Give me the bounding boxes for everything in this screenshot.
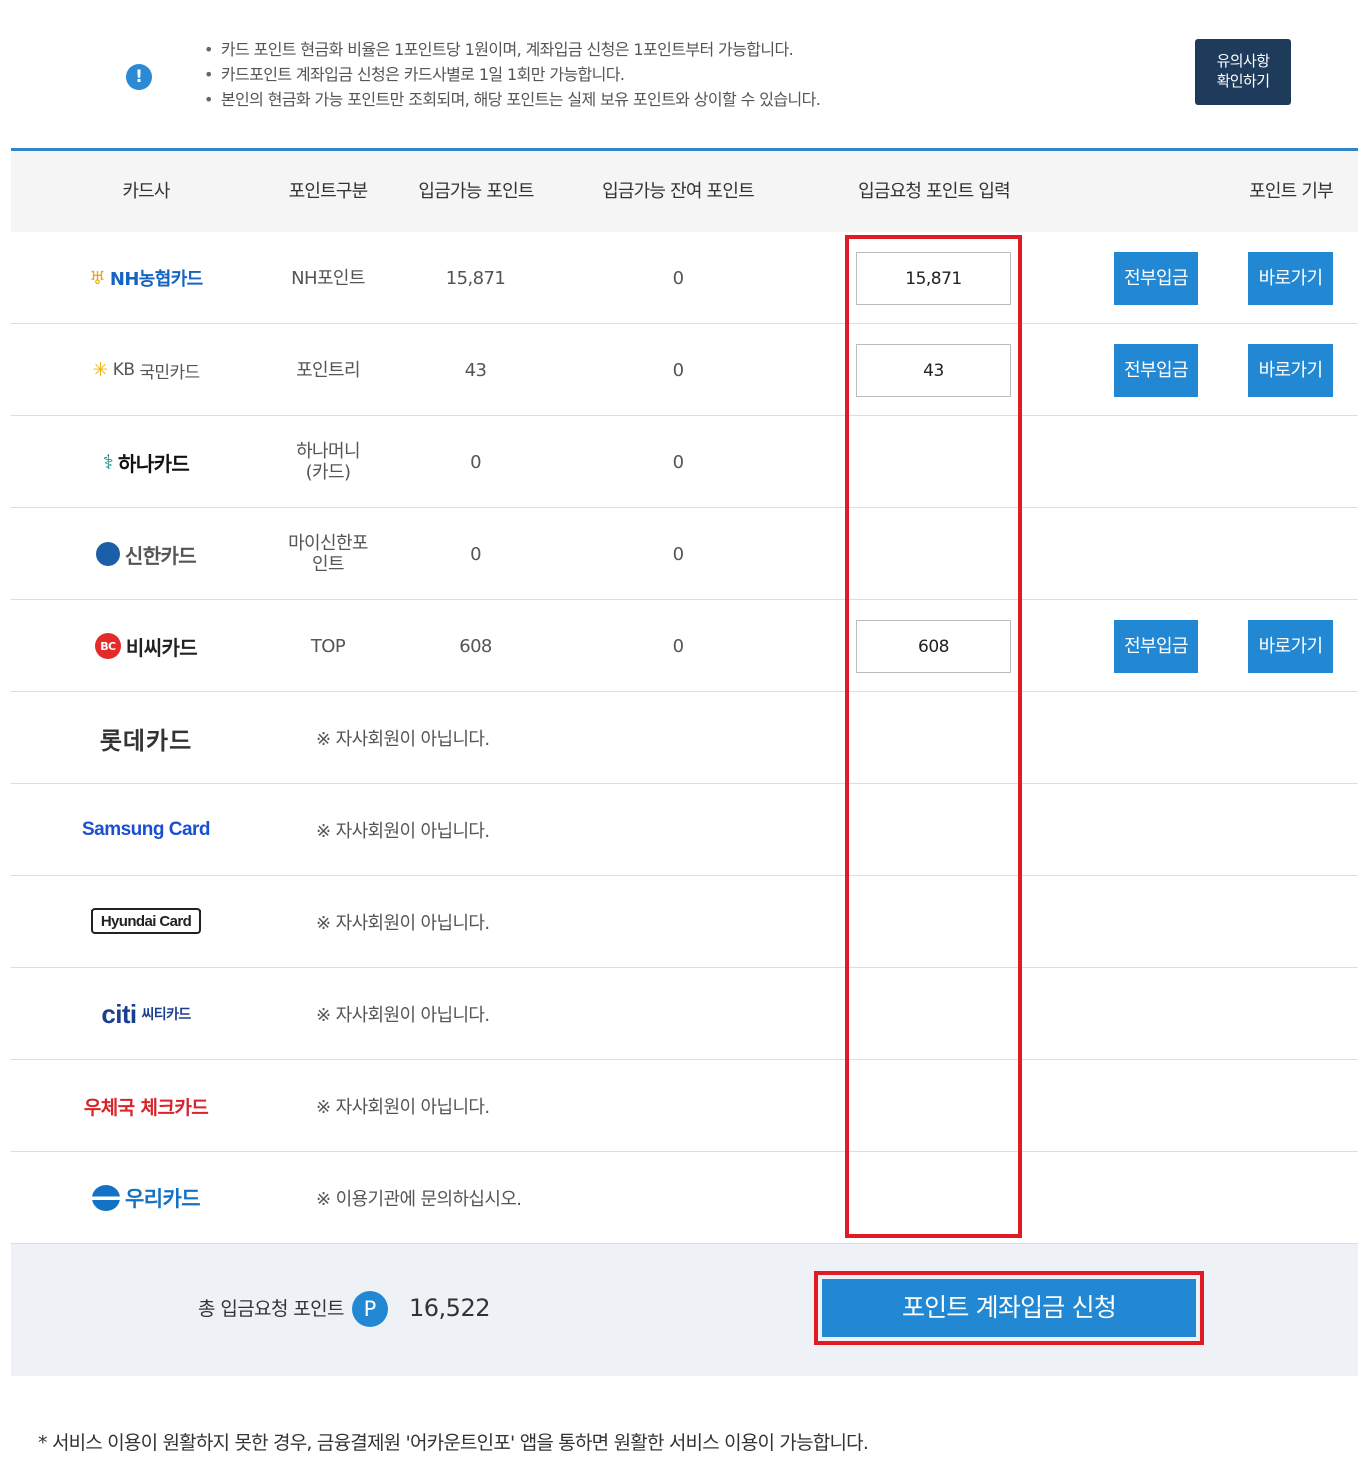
- card-name: 우리카드: [125, 1187, 200, 1211]
- notice-item: 카드 포인트 현금화 비율은 1포인트당 1원이며, 계좌입금 신청은 1포인트…: [204, 37, 820, 62]
- row-message: ※ 자사회원이 아닙니다.: [316, 1097, 490, 1118]
- request-points-input[interactable]: [856, 252, 1011, 305]
- header-card: 카드사: [122, 181, 170, 202]
- header-donate: 포인트 기부: [1249, 181, 1334, 202]
- header-type: 포인트구분: [288, 181, 369, 202]
- total-request-value: 16,522: [409, 1294, 490, 1322]
- card-name: Hyundai Card: [90, 908, 202, 934]
- kb-star-icon: ✳: [92, 359, 108, 381]
- notice-item: 본인의 현금화 가능 포인트만 조회되며, 해당 포인트는 실제 보유 포인트와…: [204, 87, 821, 112]
- table-row: 신한카드 마이신한포 인트 0 0: [11, 508, 1358, 600]
- request-points-input[interactable]: [856, 620, 1011, 673]
- submit-deposit-button[interactable]: 포인트 계좌입금 신청: [822, 1279, 1196, 1337]
- info-icon: !: [126, 64, 152, 90]
- table-row: Samsung Card ※ 자사회원이 아닙니다.: [11, 784, 1358, 876]
- remaining-points: 0: [672, 635, 684, 657]
- card-name: 하나카드: [118, 451, 190, 476]
- row-message: ※ 이용기관에 문의하십시오.: [316, 1189, 522, 1210]
- table-row: ✳ KB 국민카드 포인트리 43 0 전부입금 바로가기: [11, 324, 1358, 416]
- point-type: NH포인트: [291, 267, 365, 289]
- card-name: NH농협카드: [109, 269, 203, 290]
- point-type: TOP: [310, 635, 346, 657]
- card-name: 비씨카드: [125, 635, 198, 660]
- card-name: 국민카드: [139, 362, 200, 383]
- card-points-table: 카드사 포인트구분 입금가능 포인트 입금가능 잔여 포인트 입금요청 포인트 …: [11, 148, 1358, 1244]
- point-type-line: 하나머니: [296, 441, 360, 462]
- check-notice-button-line2: 확인하기: [1216, 72, 1270, 90]
- remaining-points: 0: [672, 543, 684, 565]
- woori-logo-icon: [92, 1185, 121, 1211]
- goto-button[interactable]: 바로가기: [1248, 620, 1333, 673]
- row-message: ※ 자사회원이 아닙니다.: [316, 913, 490, 934]
- card-logo-hyundai: Hyundai Card: [55, 876, 237, 968]
- table-row: ⚕ 하나카드 하나머니 (카드) 0 0: [11, 416, 1358, 508]
- card-logo-lotte: 롯데카드: [55, 692, 237, 784]
- hana-logo-icon: ⚕: [102, 450, 114, 474]
- row-message: ※ 자사회원이 아닙니다.: [316, 729, 490, 750]
- card-logo-hana: ⚕ 하나카드: [55, 416, 237, 508]
- available-points: 608: [459, 635, 492, 657]
- card-logo-citi: citi 씨티카드: [55, 968, 237, 1060]
- header-available: 입금가능 포인트: [418, 181, 534, 202]
- notice-section: ! 카드 포인트 현금화 비율은 1포인트당 1원이며, 계좌입금 신청은 1포…: [0, 0, 1366, 148]
- table-row: 우리카드 ※ 이용기관에 문의하십시오.: [11, 1152, 1358, 1244]
- total-request-label: 총 입금요청 포인트: [198, 1298, 345, 1320]
- available-points: 15,871: [445, 267, 506, 289]
- nh-logo-icon: ♅: [89, 267, 105, 289]
- table-header: 카드사 포인트구분 입금가능 포인트 입금가능 잔여 포인트 입금요청 포인트 …: [11, 151, 1358, 232]
- goto-button[interactable]: 바로가기: [1248, 252, 1333, 305]
- notice-list: 카드 포인트 현금화 비율은 1포인트당 1원이며, 계좌입금 신청은 1포인트…: [204, 37, 821, 112]
- kb-brand-mark: KB: [112, 360, 135, 380]
- remaining-points: 0: [672, 359, 684, 381]
- check-notice-button[interactable]: 유의사항 확인하기: [1195, 39, 1291, 105]
- point-type: 하나머니 (카드): [266, 416, 390, 508]
- remaining-points: 0: [672, 267, 684, 289]
- point-type-line: (카드): [305, 462, 351, 483]
- point-type: 마이신한포 인트: [266, 508, 390, 600]
- footer-note: * 서비스 이용이 원활하지 못한 경우, 금융결제원 '어카운트인포' 앱을 …: [38, 1432, 869, 1454]
- points-p-icon: P: [352, 1291, 388, 1327]
- table-row: 롯데카드 ※ 자사회원이 아닙니다.: [11, 692, 1358, 784]
- submit-highlight: 포인트 계좌입금 신청: [814, 1271, 1204, 1345]
- card-logo-woori: 우리카드: [55, 1152, 237, 1244]
- available-points: 0: [470, 451, 481, 473]
- available-points: 43: [464, 359, 487, 381]
- header-request: 입금요청 포인트 입력: [858, 181, 1010, 202]
- request-points-input[interactable]: [856, 344, 1011, 397]
- citi-logo-icon: citi: [101, 998, 137, 1029]
- card-logo-samsung: Samsung Card: [55, 784, 237, 876]
- summary-bar: 총 입금요청 포인트 P 16,522 포인트 계좌입금 신청: [11, 1244, 1358, 1376]
- deposit-all-button[interactable]: 전부입금: [1114, 620, 1198, 673]
- card-name: 우체국 체크카드: [83, 1096, 209, 1119]
- card-name: Samsung Card: [81, 819, 211, 840]
- check-notice-button-line1: 유의사항: [1216, 52, 1270, 70]
- shinhan-logo-icon: [95, 542, 120, 566]
- table-row: 우체국 체크카드 ※ 자사회원이 아닙니다.: [11, 1060, 1358, 1152]
- deposit-all-button[interactable]: 전부입금: [1114, 344, 1198, 397]
- table-row: citi 씨티카드 ※ 자사회원이 아닙니다.: [11, 968, 1358, 1060]
- card-logo-kb: ✳ KB 국민카드: [55, 324, 237, 416]
- card-name: 씨티카드: [141, 1006, 192, 1022]
- card-name: 신한카드: [124, 543, 197, 568]
- point-type-line: 마이신한포: [288, 533, 368, 554]
- card-logo-nh: ♅ NH농협카드: [55, 232, 237, 324]
- deposit-all-button[interactable]: 전부입금: [1114, 252, 1198, 305]
- goto-button[interactable]: 바로가기: [1248, 344, 1333, 397]
- card-name: 롯데카드: [99, 726, 193, 755]
- header-remaining: 입금가능 잔여 포인트: [602, 181, 754, 202]
- table-row: BC 비씨카드 TOP 608 0 전부입금 바로가기: [11, 600, 1358, 692]
- available-points: 0: [470, 543, 481, 565]
- card-logo-epost: 우체국 체크카드: [55, 1060, 237, 1152]
- point-type: 포인트리: [296, 359, 360, 381]
- row-message: ※ 자사회원이 아닙니다.: [316, 821, 490, 842]
- table-row: Hyundai Card ※ 자사회원이 아닙니다.: [11, 876, 1358, 968]
- remaining-points: 0: [672, 451, 684, 473]
- bc-logo-icon: BC: [94, 633, 121, 659]
- card-logo-bc: BC 비씨카드: [55, 600, 237, 692]
- row-message: ※ 자사회원이 아닙니다.: [316, 1005, 490, 1026]
- notice-item: 카드포인트 계좌입금 신청은 카드사별로 1일 1회만 가능합니다.: [204, 62, 820, 87]
- card-logo-shinhan: 신한카드: [55, 508, 237, 600]
- table-row: ♅ NH농협카드 NH포인트 15,871 0 전부입금 바로가기: [11, 232, 1358, 324]
- point-type-line: 인트: [312, 554, 345, 575]
